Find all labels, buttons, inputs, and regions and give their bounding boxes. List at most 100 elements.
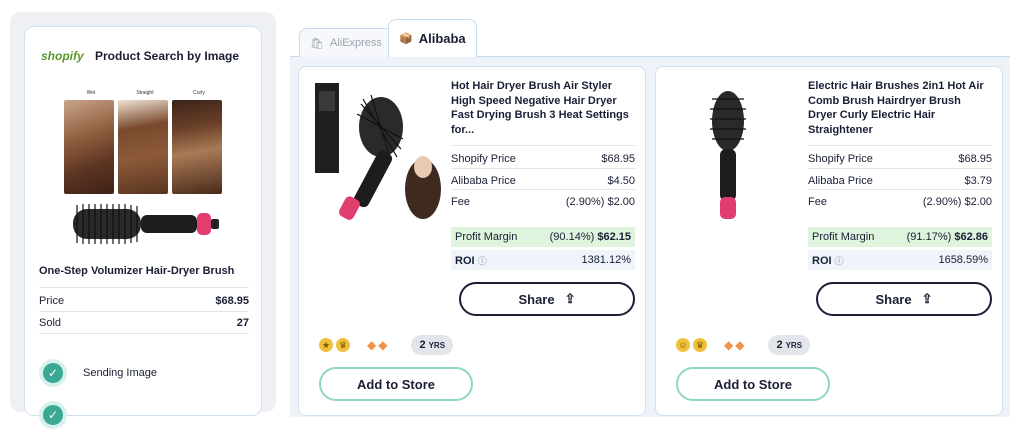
step-label: Sending Image	[83, 367, 157, 379]
share-button[interactable]: Share ⇪	[816, 282, 992, 316]
fee-row: Fee (2.90%) $2.00	[808, 196, 992, 208]
brush-product-image	[73, 204, 219, 244]
roi-value: 1381.12%	[581, 254, 631, 266]
divider	[39, 333, 249, 334]
source-product-name: One-Step Volumizer Hair-Dryer Brush	[39, 265, 235, 277]
share-button[interactable]: Share ⇪	[459, 282, 635, 316]
row-value: (2.90%) $2.00	[565, 196, 635, 208]
alibaba-price-row: Alibaba Price $3.79	[808, 175, 992, 187]
share-label: Share	[875, 291, 912, 307]
supplier-badges: ★ ♛ ◆ ◆ 2 YRS	[319, 335, 454, 355]
aliexpress-icon: 🛍	[310, 37, 324, 50]
add-to-store-button[interactable]: Add to Store	[676, 367, 830, 401]
roi-row: ROI ⓘ 1381.12%	[451, 250, 635, 270]
product-image-2	[710, 91, 746, 219]
sold-row: Sold 27	[39, 317, 249, 329]
share-upload-icon: ⇪	[921, 291, 933, 306]
step-check-icon: ✓	[39, 401, 67, 429]
shopify-price-row: Shopify Price $68.95	[808, 153, 992, 165]
gold-medal-icon: ☺	[676, 338, 690, 352]
margin-label: Profit Margin	[455, 231, 518, 243]
profit-margin-row: Profit Margin (91.17%) $62.86	[808, 227, 992, 247]
row-label: Shopify Price	[808, 153, 873, 165]
image-label-curly: Curly	[193, 90, 205, 96]
margin-value: $62.86	[954, 231, 988, 243]
crown-icon: ♛	[336, 338, 350, 352]
margin-pct: (91.17%)	[906, 231, 952, 243]
price-value: $68.95	[215, 295, 249, 307]
result-card-2: Electric Hair Brushes 2in1 Hot Air Comb …	[655, 66, 1003, 416]
sold-label: Sold	[39, 317, 62, 329]
gold-medal-icon: ★	[319, 338, 333, 352]
shopify-logo: shopify	[41, 49, 84, 63]
progress-step-sending-image: ✓ Sending Image	[39, 359, 157, 387]
row-value: $3.79	[964, 175, 992, 187]
info-icon[interactable]: ⓘ	[835, 256, 844, 266]
margin-pct: (90.14%)	[549, 231, 595, 243]
alibaba-box-icon: 📦	[399, 33, 413, 45]
share-label: Share	[518, 291, 555, 307]
diamond-icon: ◆	[378, 338, 388, 352]
hair-photo-straight	[118, 100, 168, 194]
row-label: Fee	[451, 196, 470, 208]
step-check-icon: ✓	[39, 359, 67, 387]
profit-margin-row: Profit Margin (90.14%) $62.15	[451, 227, 635, 247]
tab-aliexpress[interactable]: 🛍 AliExpress	[299, 28, 393, 57]
divider	[808, 189, 992, 190]
hair-photo-curly	[172, 100, 222, 194]
image-label-wet: Wet	[86, 90, 96, 96]
divider	[808, 168, 992, 169]
tab-alibaba[interactable]: 📦 Alibaba	[388, 19, 477, 57]
sold-value: 27	[236, 317, 249, 329]
years-value: 2	[776, 339, 783, 351]
roi-row: ROI ⓘ 1658.59%	[808, 250, 992, 270]
row-value: $4.50	[607, 175, 635, 187]
divider	[39, 287, 249, 288]
image-labels: Wet Straight Curly	[65, 90, 225, 96]
roi-label: ROI	[812, 254, 832, 267]
image-label-straight: Straight	[136, 90, 154, 96]
row-label: Fee	[808, 196, 827, 208]
divider	[451, 145, 635, 146]
roi-label: ROI	[455, 254, 475, 267]
add-to-store-button[interactable]: Add to Store	[319, 367, 473, 401]
row-label: Shopify Price	[451, 153, 516, 165]
result-card-1: Hot Hair Dryer Brush Air Styler High Spe…	[298, 66, 646, 416]
divider	[451, 168, 635, 169]
fee-row: Fee (2.90%) $2.00	[451, 196, 635, 208]
margin-value: $62.15	[597, 231, 631, 243]
supplier-badges: ☺ ♛ ◆ ◆ 2 YRS	[676, 335, 811, 355]
product-image-1	[315, 83, 441, 220]
product-title-2[interactable]: Electric Hair Brushes 2in1 Hot Air Comb …	[808, 79, 992, 137]
diamond-icon: ◆	[724, 338, 734, 352]
shopify-price-row: Shopify Price $68.95	[451, 153, 635, 165]
share-upload-icon: ⇪	[564, 291, 576, 306]
panel-title: Product Search by Image	[95, 49, 240, 63]
years-value: 2	[419, 339, 426, 351]
roi-value: 1658.59%	[938, 254, 988, 266]
row-label: Alibaba Price	[808, 175, 873, 187]
product-title-1[interactable]: Hot Hair Dryer Brush Air Styler High Spe…	[451, 79, 635, 137]
margin-label: Profit Margin	[812, 231, 875, 243]
alibaba-price-row: Alibaba Price $4.50	[451, 175, 635, 187]
tab-label: AliExpress	[329, 37, 382, 49]
divider	[808, 145, 992, 146]
row-label: Alibaba Price	[451, 175, 516, 187]
tab-label: Alibaba	[418, 31, 466, 46]
info-icon[interactable]: ⓘ	[478, 256, 487, 266]
years-unit: YRS	[785, 340, 803, 350]
crown-icon: ♛	[693, 338, 707, 352]
divider	[39, 311, 249, 312]
years-badge: 2 YRS	[768, 335, 811, 355]
years-unit: YRS	[428, 340, 446, 350]
row-value: (2.90%) $2.00	[922, 196, 992, 208]
diamond-icon: ◆	[367, 338, 377, 352]
price-row: Price $68.95	[39, 295, 249, 307]
divider	[451, 189, 635, 190]
years-badge: 2 YRS	[411, 335, 454, 355]
source-product-card: shopify Product Search by Image Wet Stra…	[24, 26, 262, 429]
progress-step-next: ✓	[39, 401, 83, 429]
row-value: $68.95	[958, 153, 992, 165]
price-label: Price	[39, 295, 65, 307]
hair-photo-wet	[64, 100, 114, 194]
